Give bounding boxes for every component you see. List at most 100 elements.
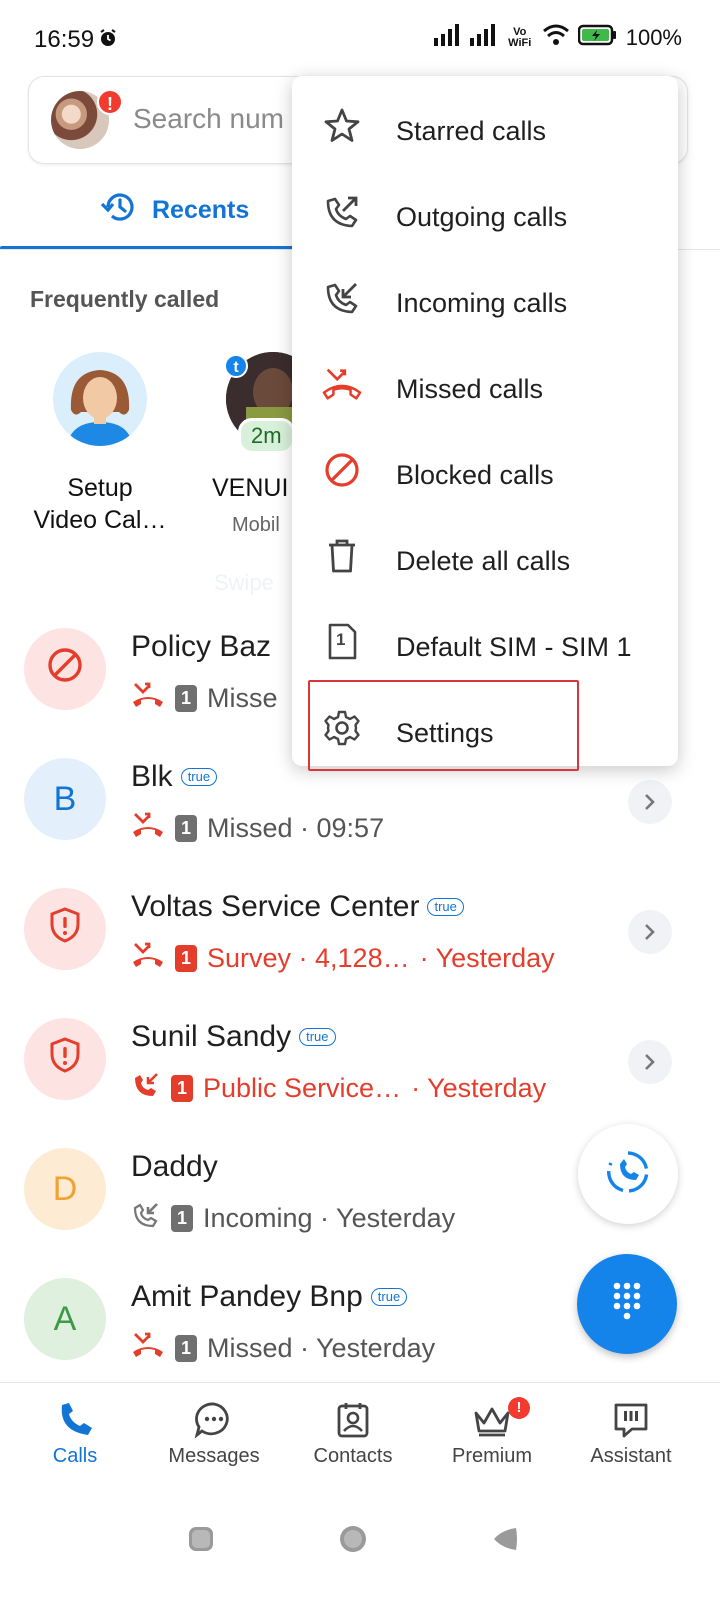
menu-item-label: Default SIM - SIM 1: [396, 632, 632, 662]
missed-call-icon: [131, 940, 165, 977]
avatar: [24, 628, 106, 710]
call-row-blk[interactable]: B Blk true 1 Missed · 09:57: [0, 758, 720, 888]
vowifi-bottom: WiFi: [508, 36, 532, 49]
call-detail-text: Incoming · Yesterday: [203, 1203, 456, 1233]
nav-messages-label: Messages: [168, 1445, 260, 1467]
outgoing-call-icon: [322, 192, 362, 232]
name-line1: Setup: [67, 474, 133, 502]
status-time: 16:59: [34, 26, 95, 53]
missed-call-icon: [322, 364, 362, 404]
sim-indicator: 1: [175, 1335, 197, 1362]
caller-name-text: Policy Baz: [131, 630, 272, 663]
video-call-fab[interactable]: [578, 1124, 678, 1224]
alarm-icon: [98, 28, 118, 53]
menu-item-missed-calls[interactable]: Missed calls: [292, 342, 678, 428]
call-row-voltas[interactable]: Voltas Service Center true 1 Survey · 4,1…: [0, 888, 720, 1018]
sim-icon-digit: 1: [336, 630, 346, 649]
frequent-contact-type: Mobil: [232, 514, 280, 536]
sim-indicator: 1: [175, 815, 197, 842]
truecaller-badge: t: [224, 354, 248, 378]
bottom-navigation: Calls Messages Contacts ! Premium Assist…: [0, 1382, 720, 1492]
frequent-contact-venui[interactable]: t 2m VENUI Mobil: [196, 352, 320, 537]
menu-item-settings[interactable]: Settings: [292, 686, 678, 772]
contacts-icon: [335, 1401, 371, 1444]
avatar: [24, 1018, 106, 1100]
call-detail-text: Missed · Yesterday: [207, 1333, 436, 1363]
call-detail-text: Missed · 09:57: [207, 813, 385, 843]
battery-percent: 100%: [625, 24, 682, 50]
caller-name: Voltas Service Center true: [131, 890, 464, 924]
menu-item-label: Settings: [396, 718, 494, 748]
nav-contacts-label: Contacts: [313, 1445, 393, 1467]
chevron-right-icon[interactable]: [628, 910, 672, 954]
dialpad-icon: [609, 1280, 645, 1329]
star-icon: [322, 106, 362, 146]
battery-icon: [577, 24, 618, 51]
dialpad-fab[interactable]: [577, 1254, 677, 1354]
search-input[interactable]: Search num: [133, 103, 284, 135]
frequently-called-title: Frequently called: [30, 286, 220, 312]
frequent-contact-setup-video[interactable]: Setup Video Cal…: [22, 352, 178, 536]
call-detail-text: Survey · 4,128…: [207, 943, 410, 973]
chevron-right-icon[interactable]: [628, 1040, 672, 1084]
menu-item-label: Outgoing calls: [396, 202, 568, 232]
system-navigation-bar: [0, 1492, 720, 1600]
caller-name-text: Blk: [131, 760, 173, 793]
caller-name: Blk true: [131, 760, 218, 794]
menu-item-label: Missed calls: [396, 374, 544, 404]
call-detail: 1 Survey · 4,128… · Yesterday: [131, 940, 555, 977]
caller-name-text: Daddy: [131, 1150, 218, 1183]
frequent-contact-name: VENUI: [212, 474, 289, 502]
back-button[interactable]: [490, 1524, 520, 1559]
call-detail-text: Misse: [207, 683, 278, 713]
crown-icon: [472, 1401, 512, 1444]
menu-item-delete-all-calls[interactable]: Delete all calls: [292, 514, 678, 600]
menu-item-default-sim[interactable]: 1 Default SIM - SIM 1: [292, 600, 678, 686]
caller-name-text: Sunil Sandy: [131, 1020, 292, 1053]
sim-indicator: 1: [175, 945, 197, 972]
tab-recents[interactable]: Recents: [100, 190, 249, 231]
call-duration-badge: 2m: [238, 418, 295, 454]
caller-name: Sunil Sandy true: [131, 1020, 336, 1054]
history-icon: [100, 190, 138, 231]
call-detail-text: Public Service…: [203, 1073, 402, 1103]
home-button[interactable]: [338, 1524, 368, 1559]
avatar: [53, 352, 147, 446]
trash-icon: [322, 536, 362, 576]
name-line2: Video Cal…: [33, 506, 167, 534]
truecaller-verified-badge: true: [180, 768, 218, 786]
avatar: A: [24, 1278, 106, 1360]
sim-indicator: 1: [175, 685, 197, 712]
call-detail: 1 Missed · 09:57: [131, 810, 384, 847]
avatar: B: [24, 758, 106, 840]
video-call-icon: [603, 1147, 653, 1202]
caller-name-text: Voltas Service Center: [131, 890, 420, 923]
nav-assistant-label: Assistant: [590, 1445, 672, 1467]
call-detail: 1 Public Service… · Yesterday: [131, 1070, 546, 1107]
block-icon: [322, 450, 362, 490]
block-icon: [46, 646, 84, 693]
menu-item-starred-calls[interactable]: Starred calls: [292, 84, 678, 170]
call-time: · Yesterday: [419, 943, 555, 973]
truecaller-verified-badge: true: [370, 1288, 408, 1306]
menu-item-label: Blocked calls: [396, 460, 554, 490]
overflow-menu: Starred calls Outgoing calls Incoming ca…: [292, 76, 678, 766]
incoming-call-icon: [131, 1200, 161, 1237]
menu-item-outgoing-calls[interactable]: Outgoing calls: [292, 170, 678, 256]
recent-apps-button[interactable]: [186, 1524, 216, 1559]
tab-recents-label: Recents: [152, 196, 250, 224]
message-icon: [194, 1401, 234, 1444]
menu-item-label: Delete all calls: [396, 546, 571, 576]
sim-icon: 1: [322, 622, 362, 662]
chevron-right-icon[interactable]: [628, 780, 672, 824]
caller-name: Daddy: [131, 1150, 218, 1184]
menu-item-blocked-calls[interactable]: Blocked calls: [292, 428, 678, 514]
avatar: D: [24, 1148, 106, 1230]
incoming-call-icon: [131, 1070, 161, 1107]
assistant-icon: [612, 1401, 650, 1444]
phone-icon: [55, 1401, 95, 1444]
nav-calls-label: Calls: [52, 1445, 98, 1467]
truecaller-verified-badge: true: [299, 1028, 336, 1046]
missed-call-icon: [131, 680, 165, 717]
menu-item-incoming-calls[interactable]: Incoming calls: [292, 256, 678, 342]
